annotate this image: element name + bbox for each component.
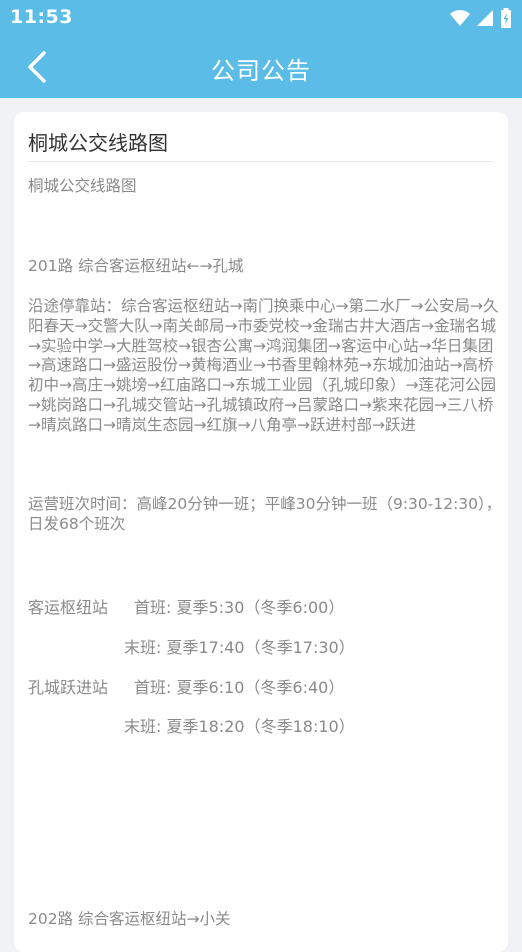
schedule-station: 孔城跃进站 xyxy=(28,678,109,697)
route-201-stops: 沿途停靠站：综合客运枢纽站→南门换乘中心→第二水厂→公安局→久阳春天→交警大队→… xyxy=(28,297,499,434)
article-subtitle: 桐城公交线路图 xyxy=(28,177,137,195)
status-time: 11:53 xyxy=(10,6,73,28)
announcement-card: 桐城公交线路图 桐城公交线路图 201路 综合客运枢纽站←→孔城 沿途停靠站：综… xyxy=(14,112,508,952)
app-bar: 公司公告 xyxy=(0,36,522,98)
battery-icon xyxy=(501,8,511,28)
schedule-first-bus: 首班: 夏季5:30（冬季6:00） xyxy=(134,598,345,617)
announcement-title: 桐城公交线路图 xyxy=(28,131,168,155)
schedule-station: 客运枢纽站 xyxy=(28,598,109,617)
schedule-last-bus: 末班: 夏季17:40（冬季17:30） xyxy=(124,638,355,657)
schedule-last-bus: 末班: 夏季18:20（冬季18:10） xyxy=(124,717,355,736)
route-201-heading: 201路 综合客运枢纽站←→孔城 xyxy=(28,257,244,275)
wifi-icon xyxy=(450,10,470,26)
page-title: 公司公告 xyxy=(211,57,311,85)
schedule-first-bus: 首班: 夏季6:10（冬季6:40） xyxy=(134,678,345,697)
status-bar: 11:53 xyxy=(0,0,522,36)
divider xyxy=(28,161,494,162)
route-201-frequency: 运营班次时间：高峰20分钟一班；平峰30分钟一班（9:30-12:30），日发6… xyxy=(28,495,502,533)
signal-icon xyxy=(477,10,493,26)
status-icons xyxy=(450,8,512,28)
route-202-heading: 202路 综合客运枢纽站→小关 xyxy=(28,910,231,928)
